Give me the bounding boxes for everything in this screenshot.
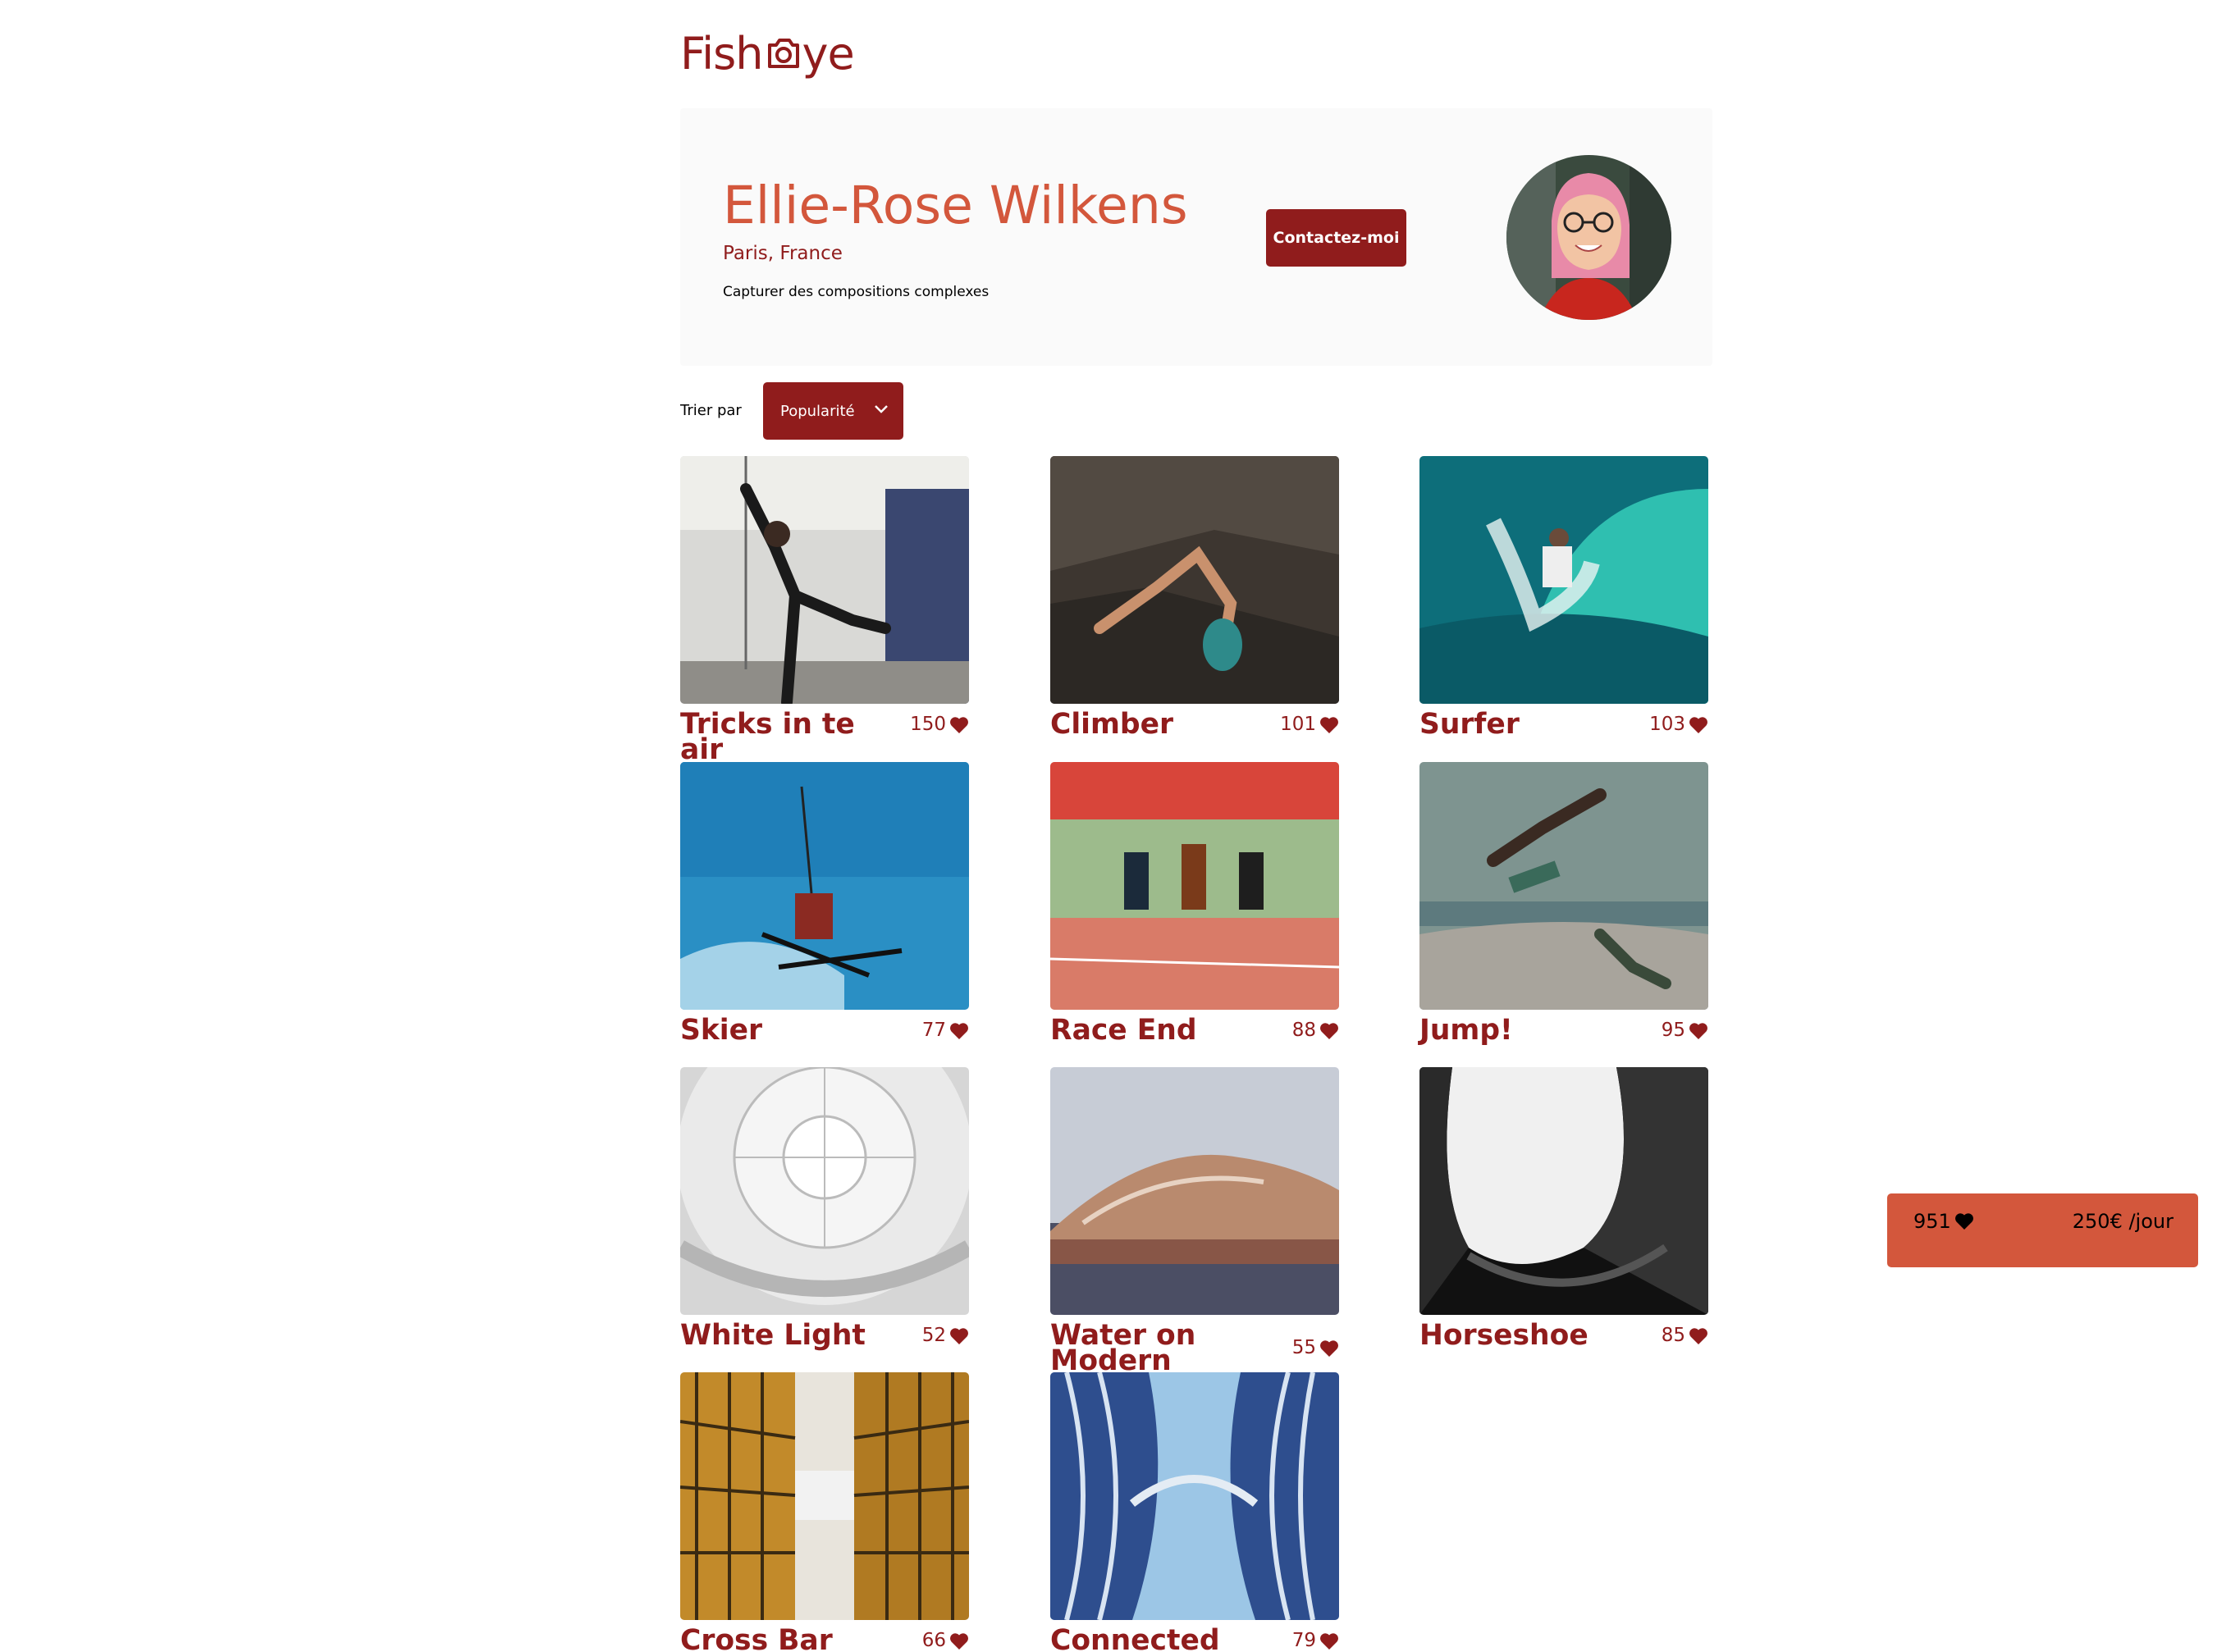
like-button[interactable]: 85 <box>1662 1323 1708 1349</box>
heart-icon <box>1320 1022 1338 1039</box>
logo-text-end: ye <box>802 27 855 80</box>
media-title: Cross Bar <box>680 1624 833 1652</box>
heart-icon <box>1689 716 1707 733</box>
heart-icon <box>1320 716 1338 733</box>
media-card: Connected Curves 79 <box>1050 1372 1339 1652</box>
media-thumbnail[interactable] <box>680 1372 969 1620</box>
media-title: Horseshoe <box>1419 1319 1588 1352</box>
media-card: Race End 88 <box>1050 762 1339 1047</box>
photographer-name: Ellie-Rose Wilkens <box>723 176 1188 235</box>
like-count: 88 <box>1291 1020 1316 1041</box>
media-title: Jump! <box>1419 1014 1513 1047</box>
stats-box: 951 250€ /jour <box>1887 1193 2198 1267</box>
daily-price: 250€ /jour <box>2072 1210 2174 1233</box>
media-card: Tricks in te air 150 <box>680 456 969 766</box>
media-card: White Light 52 <box>680 1067 969 1349</box>
photographer-avatar <box>1506 155 1671 320</box>
like-count: 55 <box>1291 1337 1316 1358</box>
photographer-location: Paris, France <box>723 243 843 264</box>
photographer-header: Ellie-Rose Wilkens Paris, France Capture… <box>680 108 1712 366</box>
heart-icon <box>1954 1213 1973 1230</box>
media-title: White Light <box>680 1319 866 1352</box>
like-count: 101 <box>1280 714 1316 735</box>
photographer-tagline: Capturer des compositions complexes <box>723 284 990 300</box>
like-button[interactable]: 103 <box>1649 712 1708 737</box>
heart-icon <box>1689 1022 1707 1039</box>
photographer-page: Fish ye Ellie-Rose Wilkens Paris, France… <box>0 0 2217 1652</box>
heart-icon <box>1320 1339 1338 1357</box>
heart-icon <box>950 1022 968 1039</box>
like-count: 77 <box>921 1020 946 1041</box>
media-card: Water on Modern Building 55 <box>1050 1067 1339 1400</box>
camera-icon <box>767 39 799 68</box>
like-button[interactable]: 55 <box>1292 1335 1339 1361</box>
like-count: 85 <box>1661 1325 1685 1346</box>
media-thumbnail[interactable] <box>680 1067 969 1315</box>
total-likes-count: 951 <box>1913 1210 1951 1233</box>
like-count: 52 <box>921 1325 946 1346</box>
heart-icon <box>950 716 968 733</box>
like-count: 95 <box>1661 1020 1685 1041</box>
heart-icon <box>950 1327 968 1344</box>
total-likes: 951 <box>1913 1210 1974 1233</box>
logo-text-start: Fish <box>680 27 763 80</box>
sort-label: Trier par <box>680 402 742 419</box>
like-button[interactable]: 52 <box>922 1323 969 1349</box>
like-button[interactable]: 66 <box>922 1628 969 1652</box>
like-count: 150 <box>910 714 946 735</box>
media-thumbnail[interactable] <box>1050 1067 1339 1315</box>
like-button[interactable]: 88 <box>1292 1018 1339 1043</box>
media-card: Surfer 103 <box>1419 456 1708 741</box>
like-button[interactable]: 79 <box>1292 1628 1339 1652</box>
like-count: 103 <box>1649 714 1685 735</box>
media-card: Skier 77 <box>680 762 969 1047</box>
media-title: Surfer <box>1419 708 1520 741</box>
media-title: Tricks in te air <box>680 708 855 766</box>
media-thumbnail[interactable] <box>1050 762 1339 1010</box>
media-title: Climber <box>1050 708 1174 741</box>
media-thumbnail[interactable] <box>1050 1372 1339 1620</box>
contact-button[interactable]: Contactez-moi <box>1266 209 1406 267</box>
like-button[interactable]: 150 <box>910 712 969 737</box>
media-thumbnail[interactable] <box>680 762 969 1010</box>
like-button[interactable]: 77 <box>922 1018 969 1043</box>
like-button[interactable]: 101 <box>1280 712 1339 737</box>
media-card: Climber 101 <box>1050 456 1339 741</box>
media-thumbnail[interactable] <box>1419 456 1708 704</box>
like-button[interactable]: 95 <box>1662 1018 1708 1043</box>
media-card: Jump! 95 <box>1419 762 1708 1047</box>
heart-icon <box>950 1632 968 1650</box>
like-count: 79 <box>1291 1630 1316 1651</box>
media-thumbnail[interactable] <box>680 456 969 704</box>
sort-dropdown[interactable]: Popularité <box>763 382 903 440</box>
chevron-down-icon <box>875 405 888 413</box>
media-card: Cross Bar 66 <box>680 1372 969 1652</box>
heart-icon <box>1689 1327 1707 1344</box>
fisheye-logo[interactable]: Fish ye <box>680 27 855 80</box>
media-thumbnail[interactable] <box>1050 456 1339 704</box>
media-title: Race End <box>1050 1014 1197 1047</box>
media-card: Horseshoe 85 <box>1419 1067 1708 1349</box>
media-thumbnail[interactable] <box>1419 1067 1708 1315</box>
media-title: Skier <box>680 1014 763 1047</box>
sort-selected-value: Popularité <box>780 402 855 420</box>
media-title: Connected Curves <box>1050 1624 1220 1652</box>
heart-icon <box>1320 1632 1338 1650</box>
like-count: 66 <box>921 1630 946 1651</box>
media-thumbnail[interactable] <box>1419 762 1708 1010</box>
